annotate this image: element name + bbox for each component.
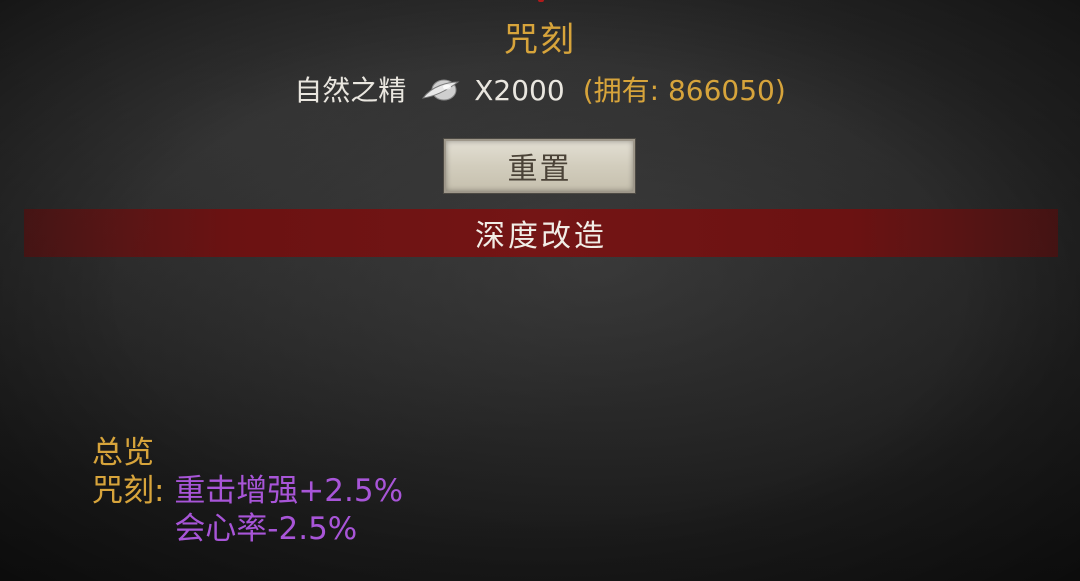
effect-item: 会心率-2.5% (174, 511, 358, 547)
reset-button[interactable]: 重置 (444, 139, 635, 193)
deep-modification-label: 深度改造 (475, 219, 607, 254)
top-indicator (538, 0, 544, 2)
seed-orb-icon (420, 76, 460, 106)
summary-effects: 重击增强+2.5% 会心率-2.5% (174, 472, 403, 548)
section-title: 咒刻 (504, 20, 576, 60)
summary-panel: 总览 咒刻: 重击增强+2.5% 会心率-2.5% (92, 434, 403, 548)
summary-label: 咒刻: (92, 473, 175, 509)
reset-button-label: 重置 (507, 152, 572, 187)
material-owned: (拥有: 866050) (582, 74, 786, 107)
cost-row: 自然之精 X2000 (拥有: 866050) (0, 70, 1080, 112)
material-name: 自然之精 (294, 74, 407, 107)
summary-heading: 总览 (92, 435, 154, 471)
effect-item: 重击增强+2.5% (174, 473, 404, 509)
material-amount: X2000 (474, 74, 565, 107)
deep-modification-bar[interactable]: 深度改造 (24, 209, 1058, 257)
summary-row: 咒刻: 重击增强+2.5% 会心率-2.5% (92, 472, 403, 548)
